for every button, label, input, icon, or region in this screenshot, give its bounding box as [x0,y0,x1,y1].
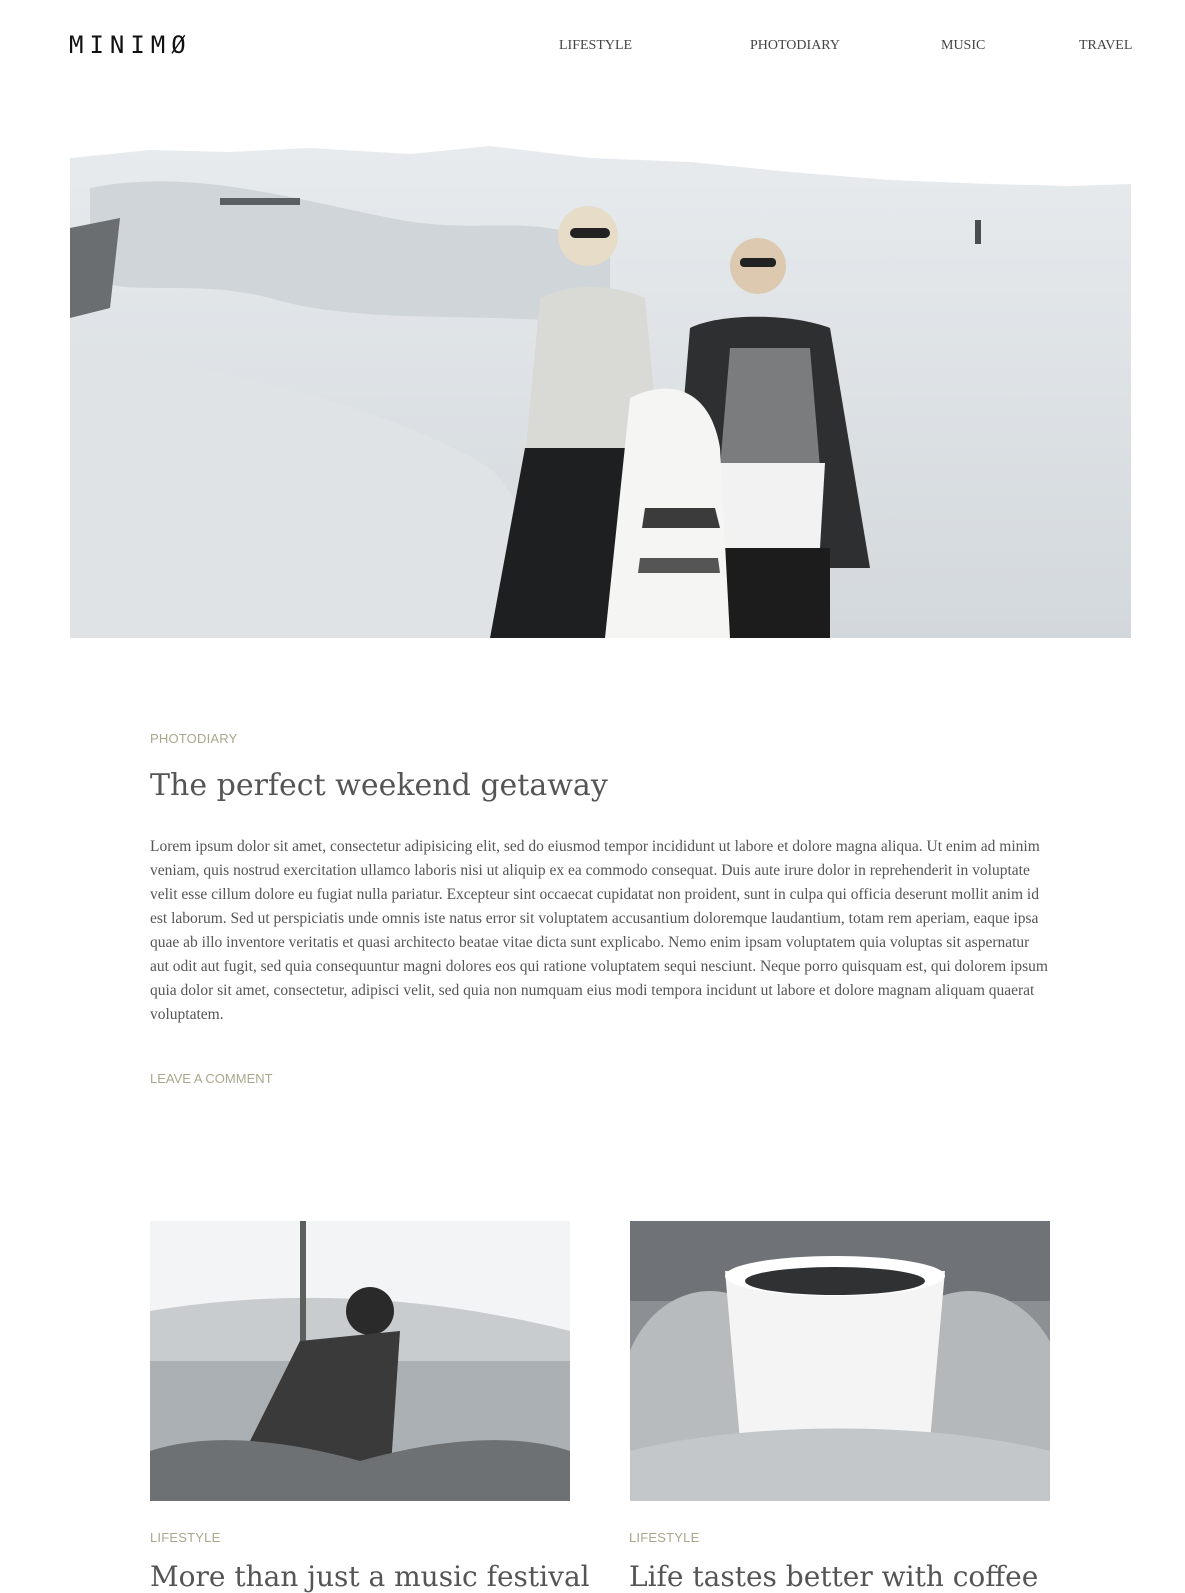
nav-item-travel[interactable]: TRAVEL [1079,37,1132,55]
featured-image[interactable] [70,128,1131,638]
nav-item-photodiary[interactable]: PHOTODIARY [750,37,840,55]
leave-comment-link[interactable]: LEAVE A COMMENT [150,1071,273,1086]
featured-category[interactable]: PHOTODIARY [150,731,237,746]
post-category-2[interactable]: LIFESTYLE [629,1530,699,1545]
post-image-music-festival[interactable] [150,1221,570,1501]
nav-item-music[interactable]: MUSIC [941,37,985,55]
post-image-coffee[interactable] [630,1221,1050,1501]
nav-item-lifestyle[interactable]: LIFESTYLE [559,37,632,55]
featured-title[interactable]: The perfect weekend getaway [150,768,608,803]
post-title-1[interactable]: More than just a music festival [150,1560,590,1593]
site-logo[interactable]: MINIMØ [69,30,192,60]
post-category-1[interactable]: LIFESTYLE [150,1530,220,1545]
featured-body: Lorem ipsum dolor sit amet, consectetur … [150,838,1048,1023]
post-title-2[interactable]: Life tastes better with coffee [629,1560,1038,1593]
